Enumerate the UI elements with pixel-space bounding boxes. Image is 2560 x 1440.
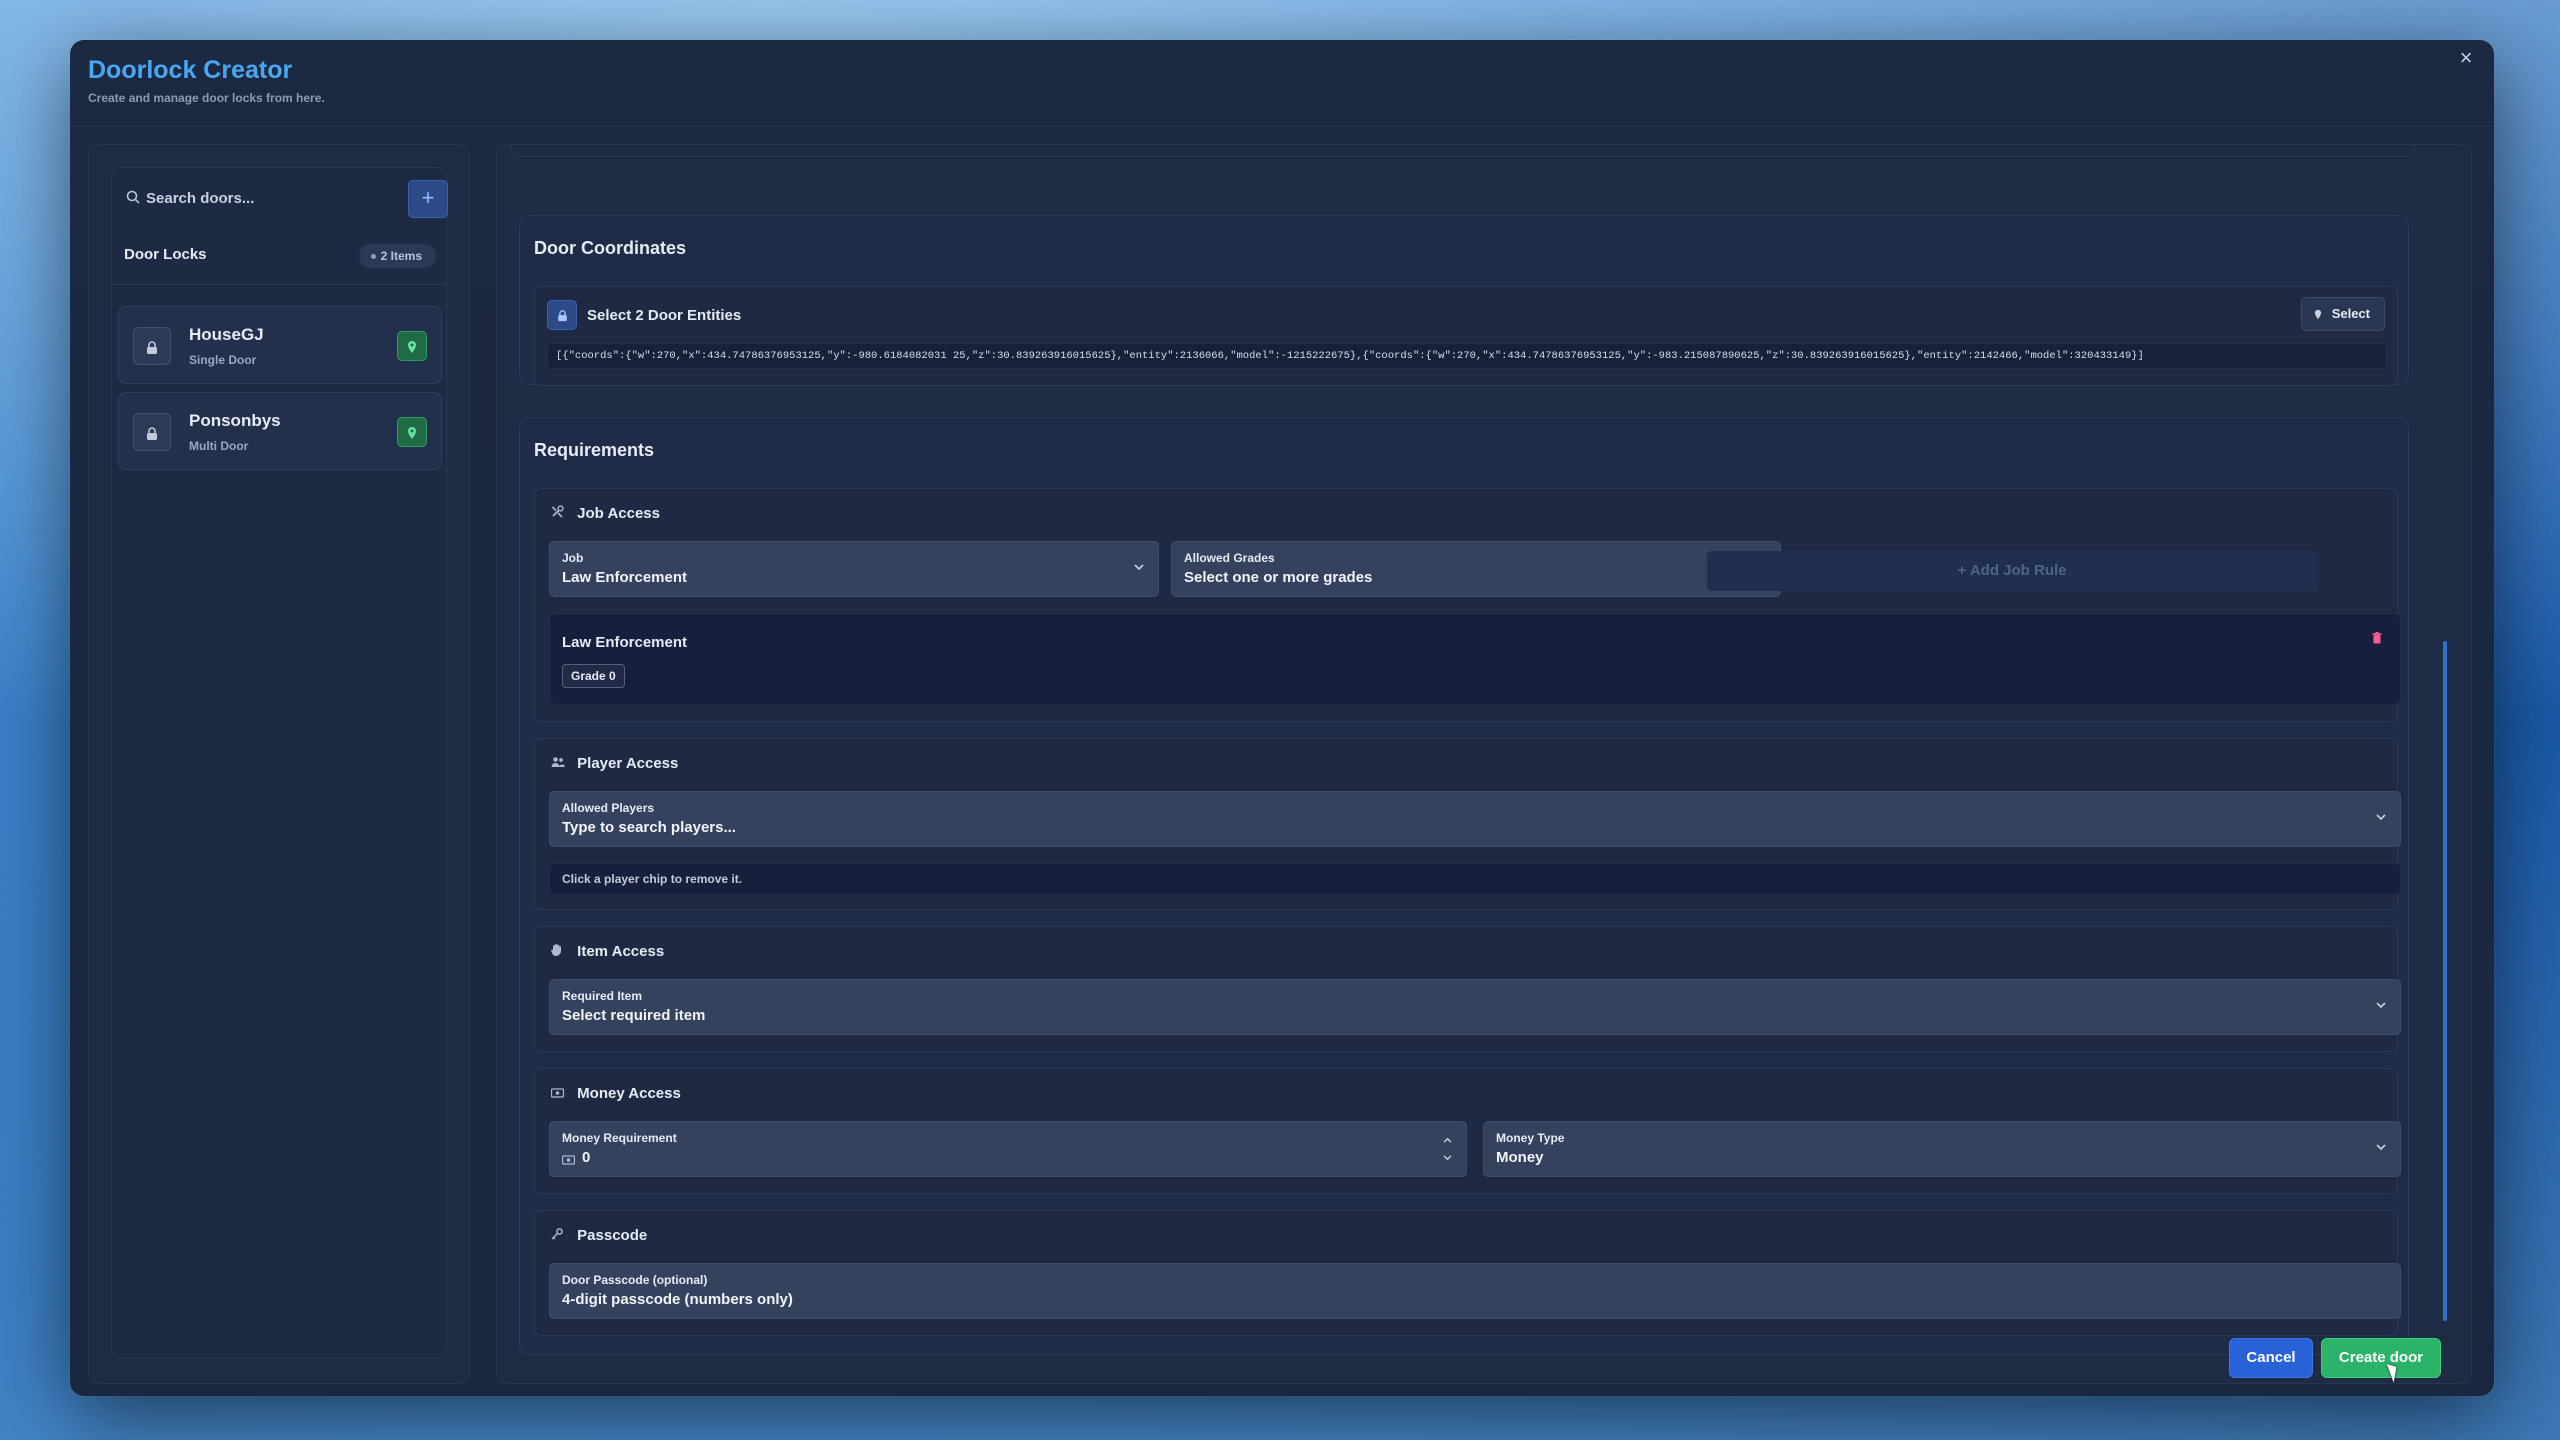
allowed-players-value: Type to search players... [562, 819, 736, 836]
door-passcode-label: Door Passcode (optional) [562, 1273, 708, 1287]
search-input[interactable] [146, 184, 396, 212]
money-type-select[interactable]: Money Type Money [1483, 1121, 2401, 1177]
door-entities-box: Select 2 Door Entities Select [{"coords"… [534, 286, 2398, 386]
allowed-grades-value: Select one or more grades [1184, 569, 1373, 586]
grade-chip[interactable]: Grade 0 [562, 664, 625, 688]
requirements-title: Requirements [534, 440, 655, 460]
search-bar: + [112, 168, 448, 228]
job-select[interactable]: Job Law Enforcement [549, 541, 1159, 597]
lock-icon [547, 300, 577, 330]
lock-icon [133, 327, 171, 365]
passcode-section: Passcode Door Passcode (optional) 4-digi… [534, 1210, 2401, 1336]
create-door-button[interactable]: Create door [2321, 1338, 2441, 1378]
player-chip-hint: Click a player chip to remove it. [549, 863, 2401, 895]
search-icon [126, 190, 140, 204]
list-divider [112, 284, 446, 285]
chevron-down-icon [2376, 810, 2386, 824]
required-item-select[interactable]: Required Item Select required item [549, 979, 2401, 1035]
header-divider [70, 126, 2494, 127]
door-coordinates-panel: Door Coordinates Select 2 Door Entities … [519, 215, 2409, 386]
passcode-heading: Passcode [551, 1227, 647, 1244]
job-select-value: Law Enforcement [562, 569, 688, 586]
door-count-badge: 2 Items [358, 244, 436, 268]
item-access-heading: Item Access [551, 943, 664, 960]
chevron-down-icon [2376, 998, 2386, 1012]
users-icon [551, 756, 567, 771]
money-access-title: Money Access [577, 1085, 681, 1102]
coordinates-value-field[interactable]: [{"coords":{"w":270,"x":434.747863769531… [547, 343, 2387, 369]
previous-section-edge [511, 145, 2415, 157]
allowed-grades-label: Allowed Grades [1184, 551, 1275, 565]
money-type-value: Money [1496, 1149, 1544, 1166]
close-icon[interactable]: × [2454, 46, 2478, 70]
door-editor: Door Coordinates Select 2 Door Entities … [496, 144, 2472, 1384]
badge-dot-icon [370, 254, 376, 259]
door-list-header: Door Locks 2 Items [124, 240, 436, 268]
door-type: Single Door [189, 353, 257, 367]
trash-icon[interactable] [2372, 632, 2382, 647]
select-button-label: Select [2331, 306, 2370, 321]
required-item-label: Required Item [562, 989, 643, 1003]
chevron-up-icon[interactable] [1443, 1132, 1452, 1150]
add-door-button[interactable]: + [408, 180, 448, 218]
job-rule-card: Law Enforcement Grade 0 [549, 613, 2401, 705]
key-icon [551, 1228, 567, 1243]
door-list-panel: + Door Locks 2 Items HouseGJ Single Door [111, 167, 448, 1359]
page-title: Doorlock Creator [88, 56, 293, 84]
door-passcode-placeholder: 4-digit passcode (numbers only) [562, 1291, 793, 1308]
player-access-title: Player Access [577, 755, 679, 772]
passcode-title: Passcode [577, 1227, 648, 1244]
door-item-housegj[interactable]: HouseGJ Single Door [118, 306, 442, 384]
chevron-down-icon[interactable] [1443, 1150, 1452, 1168]
teleport-pin-icon[interactable] [397, 417, 427, 447]
door-item-ponsonbys[interactable]: Ponsonbys Multi Door [118, 392, 442, 470]
tools-icon [551, 505, 567, 521]
door-coordinates-title: Door Coordinates [534, 238, 687, 258]
door-passcode-input[interactable]: Door Passcode (optional) 4-digit passcod… [549, 1263, 2401, 1319]
player-access-section: Player Access Allowed Players Type to se… [534, 738, 2401, 910]
door-name: HouseGJ [189, 325, 264, 344]
requirements-panel: Requirements Job Access Job Law Enforcem… [519, 417, 2409, 1355]
money-access-heading: Money Access [550, 1085, 681, 1102]
job-rule-name: Law Enforcement [562, 634, 688, 651]
item-access-title: Item Access [577, 943, 665, 960]
allowed-players-select[interactable]: Allowed Players Type to search players..… [549, 791, 2401, 847]
player-access-heading: Player Access [551, 755, 678, 772]
lock-icon [133, 413, 171, 451]
doorlock-creator-window: × Doorlock Creator Create and manage doo… [70, 40, 2494, 1396]
page-subtitle: Create and manage door locks from here. [88, 91, 325, 105]
money-requirement-input[interactable]: Money Requirement 0 [549, 1121, 1467, 1177]
required-item-value: Select required item [562, 1007, 706, 1024]
allowed-grades-select[interactable]: Allowed Grades Select one or more grades [1171, 541, 1781, 597]
number-stepper[interactable] [1443, 1132, 1452, 1168]
money-icon [550, 1087, 567, 1101]
money-type-label: Money Type [1496, 1131, 1565, 1145]
select-entities-button[interactable]: Select [2300, 297, 2385, 331]
chevron-down-icon [2376, 1140, 2386, 1154]
door-name: Ponsonbys [189, 411, 281, 430]
sidebar: + Door Locks 2 Items HouseGJ Single Door [88, 144, 470, 1384]
door-entities-label: Select 2 Door Entities [587, 307, 742, 324]
door-count-label: 2 Items [380, 249, 422, 263]
door-list-title: Door Locks [124, 246, 207, 263]
door-type: Multi Door [189, 439, 249, 453]
teleport-pin-icon[interactable] [397, 331, 427, 361]
cancel-button[interactable]: Cancel [2229, 1338, 2313, 1378]
chevron-down-icon [1134, 560, 1144, 574]
job-access-title: Job Access [577, 505, 660, 522]
pin-icon [2314, 298, 2322, 330]
scrollbar[interactable] [2443, 641, 2447, 1321]
money-access-section: Money Access Money Requirement 0 Money T… [534, 1068, 2401, 1194]
job-access-section: Job Access Job Law Enforcement Allowed G… [534, 488, 2401, 722]
money-requirement-label: Money Requirement [562, 1131, 677, 1145]
allowed-players-label: Allowed Players [562, 801, 655, 815]
money-icon [561, 1152, 576, 1170]
job-select-label: Job [562, 551, 584, 565]
hand-icon [551, 943, 567, 959]
add-job-rule-button[interactable]: + Add Job Rule [1707, 551, 2317, 591]
item-access-section: Item Access Required Item Select require… [534, 926, 2401, 1052]
job-access-heading: Job Access [551, 505, 660, 522]
